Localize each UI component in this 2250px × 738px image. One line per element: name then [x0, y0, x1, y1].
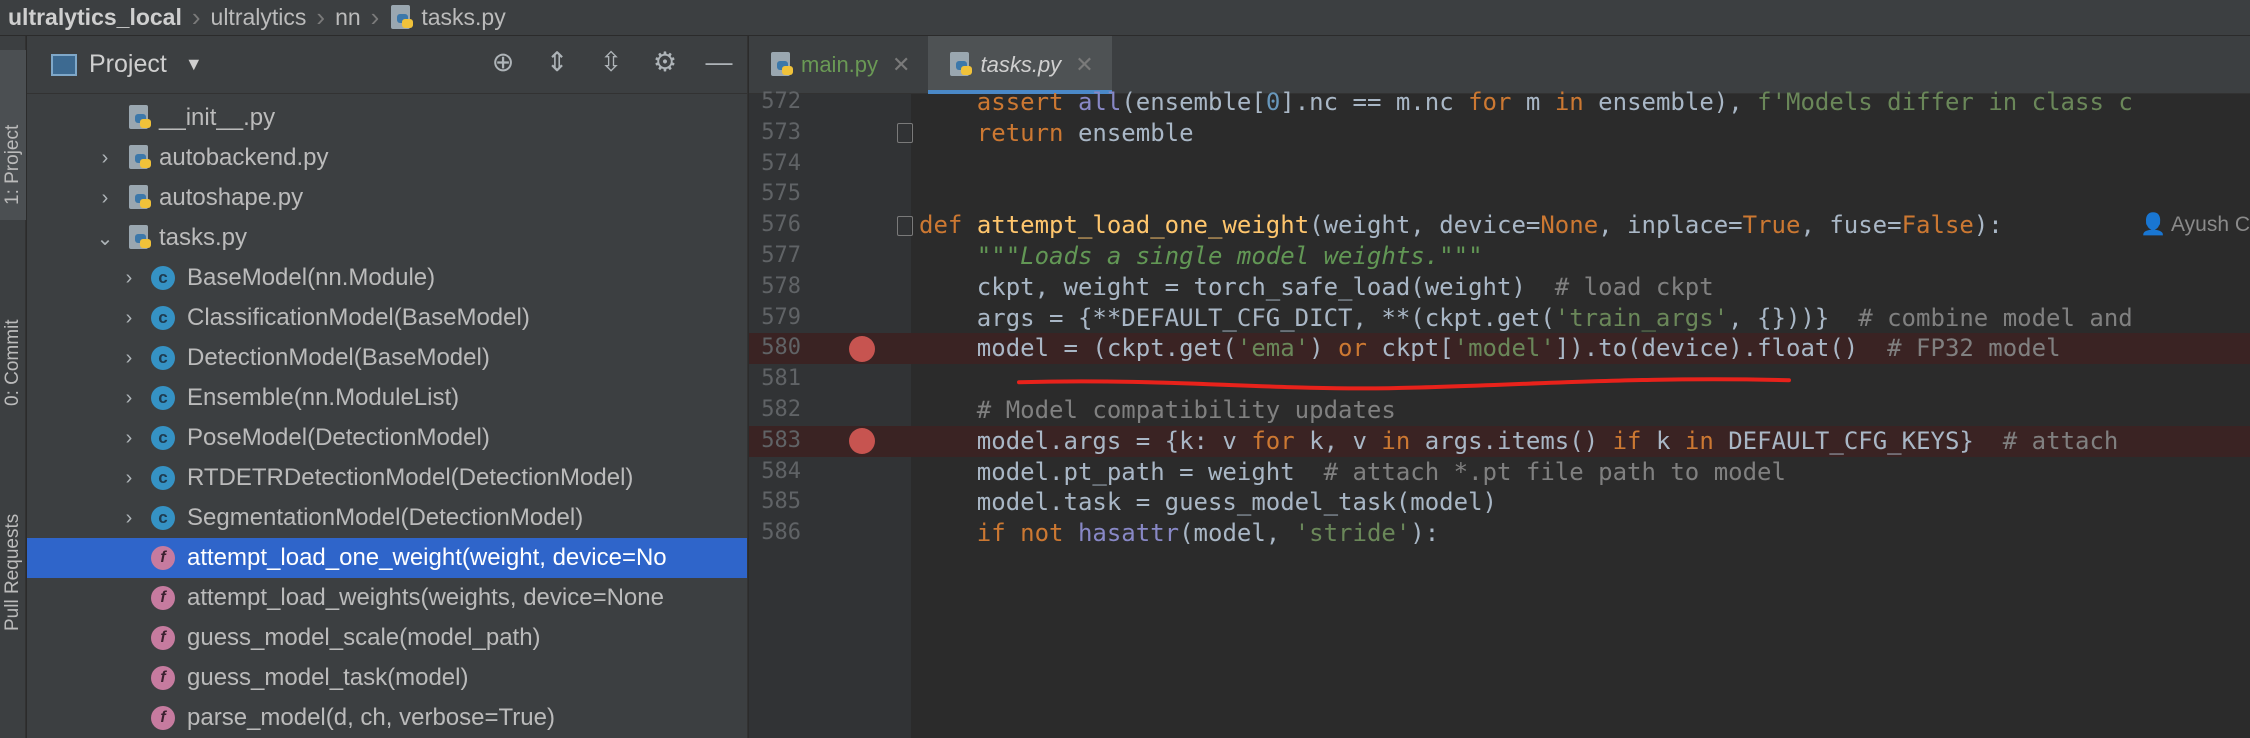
chevron-down-icon[interactable]: ▼	[185, 54, 203, 75]
chevron-right-icon[interactable]: ›	[117, 427, 141, 450]
breadcrumb-separator-icon: ›	[316, 2, 326, 32]
tree-item[interactable]: › c RTDETRDetectionModel(DetectionModel)	[27, 458, 747, 498]
tree-item[interactable]: › c DetectionModel(BaseModel)	[27, 338, 747, 378]
breadcrumb-item-root[interactable]: ultralytics_local	[8, 4, 182, 31]
class-icon: c	[151, 426, 175, 450]
tree-item[interactable]: › c PoseModel(DetectionModel)	[27, 418, 747, 458]
tree-item-label: BaseModel(nn.Module)	[187, 264, 436, 291]
breadcrumb: ultralytics_local › ultralytics › nn › t…	[0, 0, 2250, 36]
tree-item[interactable]: f attempt_load_one_weight(weight, device=…	[27, 538, 747, 578]
class-icon: c	[151, 346, 175, 370]
tool-tab-commit[interactable]: 0: Commit	[0, 236, 26, 416]
function-icon: f	[151, 706, 175, 730]
breadcrumb-file-label: tasks.py	[421, 4, 506, 30]
tab-label: main.py	[801, 52, 879, 77]
class-icon: c	[151, 466, 175, 490]
breadcrumb-separator-icon: ›	[191, 2, 201, 32]
class-icon: c	[151, 306, 175, 330]
tree-item[interactable]: › autobackend.py	[27, 138, 747, 178]
hide-panel-icon[interactable]: —	[703, 46, 735, 78]
function-icon: f	[151, 666, 175, 690]
python-file-icon	[948, 52, 974, 78]
python-file-icon	[389, 4, 415, 31]
breadcrumb-item-ultralytics[interactable]: ultralytics	[211, 4, 307, 31]
tree-item[interactable]: › autoshape.py	[27, 178, 747, 218]
python-file-icon	[127, 105, 153, 131]
tree-item-label: __init__.py	[159, 104, 276, 131]
chevron-right-icon[interactable]: ›	[117, 467, 141, 490]
code-editor[interactable]: 572 assert all(ensemble[0].nc == m.nc fo…	[749, 88, 2250, 738]
tree-item-label: RTDETRDetectionModel(DetectionModel)	[187, 464, 634, 491]
expand-all-icon[interactable]: ⇕	[541, 46, 573, 78]
chevron-right-icon[interactable]: ›	[117, 347, 141, 370]
project-panel: Project ▼ ⊕ ⇕ ⇳ ⚙ — __init__.py › autoback…	[27, 36, 748, 738]
class-icon: c	[151, 266, 175, 290]
close-icon[interactable]: ✕	[1075, 52, 1093, 78]
tree-item-label: DetectionModel(BaseModel)	[187, 344, 490, 371]
chevron-down-icon[interactable]: ⌄	[93, 226, 117, 251]
class-icon: c	[151, 506, 175, 530]
tree-item[interactable]: f guess_model_task(model)	[27, 658, 747, 698]
project-panel-header: Project ▼ ⊕ ⇕ ⇳ ⚙ —	[27, 36, 747, 94]
tree-item[interactable]: f guess_model_scale(model_path)	[27, 618, 747, 658]
tree-item-label: attempt_load_one_weight(weight, device=N…	[187, 544, 667, 571]
tool-tab-pull-requests-label: Pull Requests	[2, 513, 23, 631]
tree-item[interactable]: ⌄ tasks.py	[27, 218, 747, 258]
function-icon: f	[151, 546, 175, 570]
tree-item[interactable]: › c SegmentationModel(DetectionModel)	[27, 498, 747, 538]
python-file-icon	[127, 185, 153, 211]
tree-item[interactable]: › c ClassificationModel(BaseModel)	[27, 298, 747, 338]
close-icon[interactable]: ✕	[892, 52, 910, 78]
tool-tab-commit-label: 0: Commit	[2, 319, 23, 406]
red-underline-annotation	[1017, 377, 1791, 391]
tree-item-label: Ensemble(nn.ModuleList)	[187, 384, 460, 411]
python-file-icon	[127, 145, 153, 171]
python-file-icon	[127, 225, 153, 251]
red-underline-stroke	[1017, 377, 1791, 391]
class-icon: c	[151, 386, 175, 410]
tree-item-label: parse_model(d, ch, verbose=True)	[187, 704, 555, 731]
breadcrumb-item-nn[interactable]: nn	[335, 4, 361, 31]
chevron-right-icon[interactable]: ›	[93, 187, 117, 210]
project-panel-title[interactable]: Project	[89, 50, 167, 79]
tree-item[interactable]: f attempt_load_weights(weights, device=No…	[27, 578, 747, 618]
project-view-icon	[51, 53, 77, 76]
tree-item[interactable]: f parse_model(d, ch, verbose=True)	[27, 698, 747, 738]
function-icon: f	[151, 586, 175, 610]
tree-item[interactable]: › c Ensemble(nn.ModuleList)	[27, 378, 747, 418]
tab-label: tasks.py	[980, 52, 1062, 77]
tree-item-label: guess_model_scale(model_path)	[187, 624, 541, 651]
gear-icon[interactable]: ⚙	[649, 46, 681, 78]
project-tree: __init__.py › autobackend.py › autoshape.py ⌄…	[27, 98, 747, 738]
tool-window-strip: 1: Project 0: Commit Pull Requests	[0, 36, 26, 738]
tool-tab-project-label: 1: Project	[2, 124, 23, 205]
tool-tab-pull-requests[interactable]: Pull Requests	[0, 436, 26, 636]
tree-item-label: attempt_load_weights(weights, device=Non…	[187, 584, 664, 611]
tool-tab-project[interactable]: 1: Project	[0, 50, 26, 220]
chevron-right-icon[interactable]: ›	[117, 267, 141, 290]
tree-item-label: autoshape.py	[159, 184, 304, 211]
tab-main-py[interactable]: main.py ✕	[749, 36, 928, 94]
locate-file-icon[interactable]: ⊕	[487, 46, 519, 78]
breadcrumb-item-file[interactable]: tasks.py	[389, 4, 506, 31]
chevron-right-icon[interactable]: ›	[93, 147, 117, 170]
tree-item-label: guess_model_task(model)	[187, 664, 469, 691]
tree-item[interactable]: __init__.py	[27, 98, 747, 138]
breadcrumb-separator-icon: ›	[370, 2, 380, 32]
chevron-right-icon[interactable]: ›	[117, 507, 141, 530]
tree-item-label: SegmentationModel(DetectionModel)	[187, 504, 584, 531]
chevron-right-icon[interactable]: ›	[117, 387, 141, 410]
function-icon: f	[151, 626, 175, 650]
tree-item-label: autobackend.py	[159, 144, 329, 171]
tab-tasks-py[interactable]: tasks.py ✕	[928, 36, 1112, 94]
chevron-right-icon[interactable]: ›	[117, 307, 141, 330]
tree-item-label: ClassificationModel(BaseModel)	[187, 304, 530, 331]
collapse-all-icon[interactable]: ⇳	[595, 46, 627, 78]
tree-item-label: PoseModel(DetectionModel)	[187, 424, 490, 451]
tree-item-label: tasks.py	[159, 224, 248, 251]
tree-item[interactable]: › c BaseModel(nn.Module)	[27, 258, 747, 298]
python-file-icon	[769, 52, 795, 78]
editor-tabs: main.py ✕ tasks.py ✕	[749, 36, 2250, 94]
